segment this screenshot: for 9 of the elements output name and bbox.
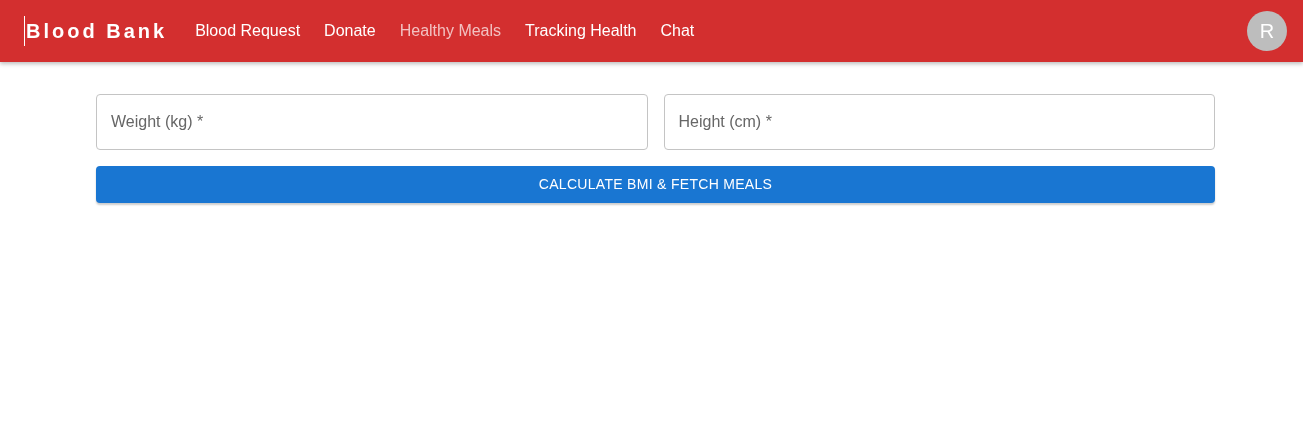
nav-link[interactable]: Blood Request: [183, 13, 313, 49]
input-field[interactable]: Weight (kg) *: [96, 94, 648, 150]
nav-link[interactable]: Donate: [312, 13, 388, 49]
nav-link[interactable]: Tracking Health: [513, 13, 649, 49]
nav-link[interactable]: Healthy Meals: [387, 13, 514, 49]
brand-logo[interactable]: Blood Bank: [24, 16, 168, 46]
calculate-button[interactable]: CALCULATE BMI & FETCH MEALS: [96, 166, 1215, 203]
nav-link[interactable]: Chat: [648, 13, 707, 49]
input-field[interactable]: Height (cm) *: [663, 94, 1215, 150]
